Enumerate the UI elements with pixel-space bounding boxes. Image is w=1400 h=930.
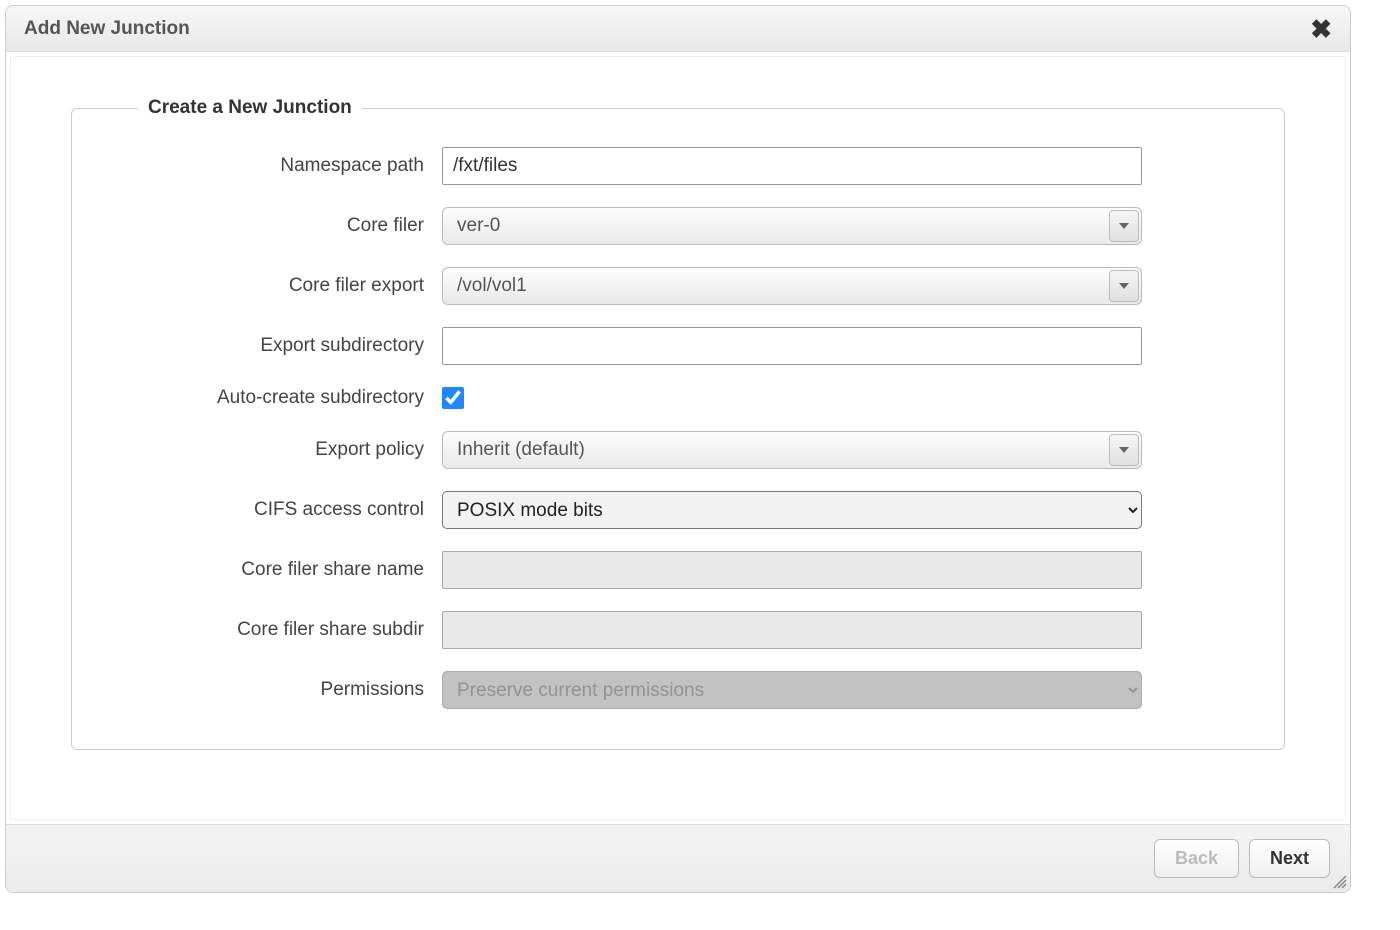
row-permissions: Permissions Preserve current permissions bbox=[122, 671, 1234, 709]
row-cifs-access-control: CIFS access control POSIX mode bits bbox=[122, 491, 1234, 529]
label-core-filer: Core filer bbox=[122, 215, 442, 237]
cifs-access-control-select[interactable]: POSIX mode bits bbox=[442, 491, 1142, 529]
label-auto-create-subdirectory: Auto-create subdirectory bbox=[122, 387, 442, 409]
permissions-wrap: Preserve current permissions bbox=[442, 671, 1142, 709]
export-subdirectory-input[interactable] bbox=[442, 327, 1142, 365]
core-filer-select-wrap: ver-0 bbox=[442, 207, 1142, 245]
close-icon[interactable]: ✖ bbox=[1310, 16, 1332, 42]
core-filer-value: ver-0 bbox=[457, 215, 500, 237]
row-core-filer-export: Core filer export /vol/vol1 bbox=[122, 267, 1234, 305]
back-button: Back bbox=[1154, 839, 1239, 878]
auto-create-subdirectory-checkbox[interactable] bbox=[442, 387, 464, 409]
label-export-policy: Export policy bbox=[122, 439, 442, 461]
row-core-filer: Core filer ver-0 bbox=[122, 207, 1234, 245]
label-export-subdirectory: Export subdirectory bbox=[122, 335, 442, 357]
core-filer-export-select[interactable]: /vol/vol1 bbox=[442, 267, 1142, 305]
label-permissions: Permissions bbox=[122, 679, 442, 701]
export-policy-select[interactable]: Inherit (default) bbox=[442, 431, 1142, 469]
add-new-junction-dialog: Add New Junction ✖ Create a New Junction… bbox=[5, 5, 1351, 893]
label-core-filer-export: Core filer export bbox=[122, 275, 442, 297]
next-button[interactable]: Next bbox=[1249, 839, 1330, 878]
content-area: Create a New Junction Namespace path Cor… bbox=[10, 56, 1346, 820]
row-export-subdirectory: Export subdirectory bbox=[122, 327, 1234, 365]
row-namespace-path: Namespace path bbox=[122, 147, 1234, 185]
core-filer-share-name-input bbox=[442, 551, 1142, 589]
label-core-filer-share-subdir: Core filer share subdir bbox=[122, 619, 442, 641]
cifs-access-control-wrap: POSIX mode bits bbox=[442, 491, 1142, 529]
permissions-select: Preserve current permissions bbox=[442, 671, 1142, 709]
core-filer-select[interactable]: ver-0 bbox=[442, 207, 1142, 245]
chevron-down-icon bbox=[1109, 434, 1139, 466]
core-filer-share-subdir-input bbox=[442, 611, 1142, 649]
label-namespace-path: Namespace path bbox=[122, 155, 442, 177]
label-core-filer-share-name: Core filer share name bbox=[122, 559, 442, 581]
namespace-path-input[interactable] bbox=[442, 147, 1142, 185]
row-auto-create-subdirectory: Auto-create subdirectory bbox=[122, 387, 1234, 409]
row-export-policy: Export policy Inherit (default) bbox=[122, 431, 1234, 469]
dialog-body: Create a New Junction Namespace path Cor… bbox=[6, 52, 1350, 824]
dialog-footer: Back Next bbox=[6, 824, 1350, 892]
label-cifs-access-control: CIFS access control bbox=[122, 499, 442, 521]
chevron-down-icon bbox=[1109, 210, 1139, 242]
export-policy-value: Inherit (default) bbox=[457, 439, 585, 461]
dialog-header: Add New Junction ✖ bbox=[6, 6, 1350, 52]
create-junction-fieldset: Create a New Junction Namespace path Cor… bbox=[71, 97, 1285, 750]
fieldset-legend: Create a New Junction bbox=[138, 97, 362, 119]
export-policy-select-wrap: Inherit (default) bbox=[442, 431, 1142, 469]
core-filer-export-select-wrap: /vol/vol1 bbox=[442, 267, 1142, 305]
row-core-filer-share-subdir: Core filer share subdir bbox=[122, 611, 1234, 649]
row-core-filer-share-name: Core filer share name bbox=[122, 551, 1234, 589]
resize-grip-icon bbox=[1332, 874, 1348, 890]
core-filer-export-value: /vol/vol1 bbox=[457, 275, 527, 297]
chevron-down-icon bbox=[1109, 270, 1139, 302]
dialog-title: Add New Junction bbox=[24, 18, 190, 40]
